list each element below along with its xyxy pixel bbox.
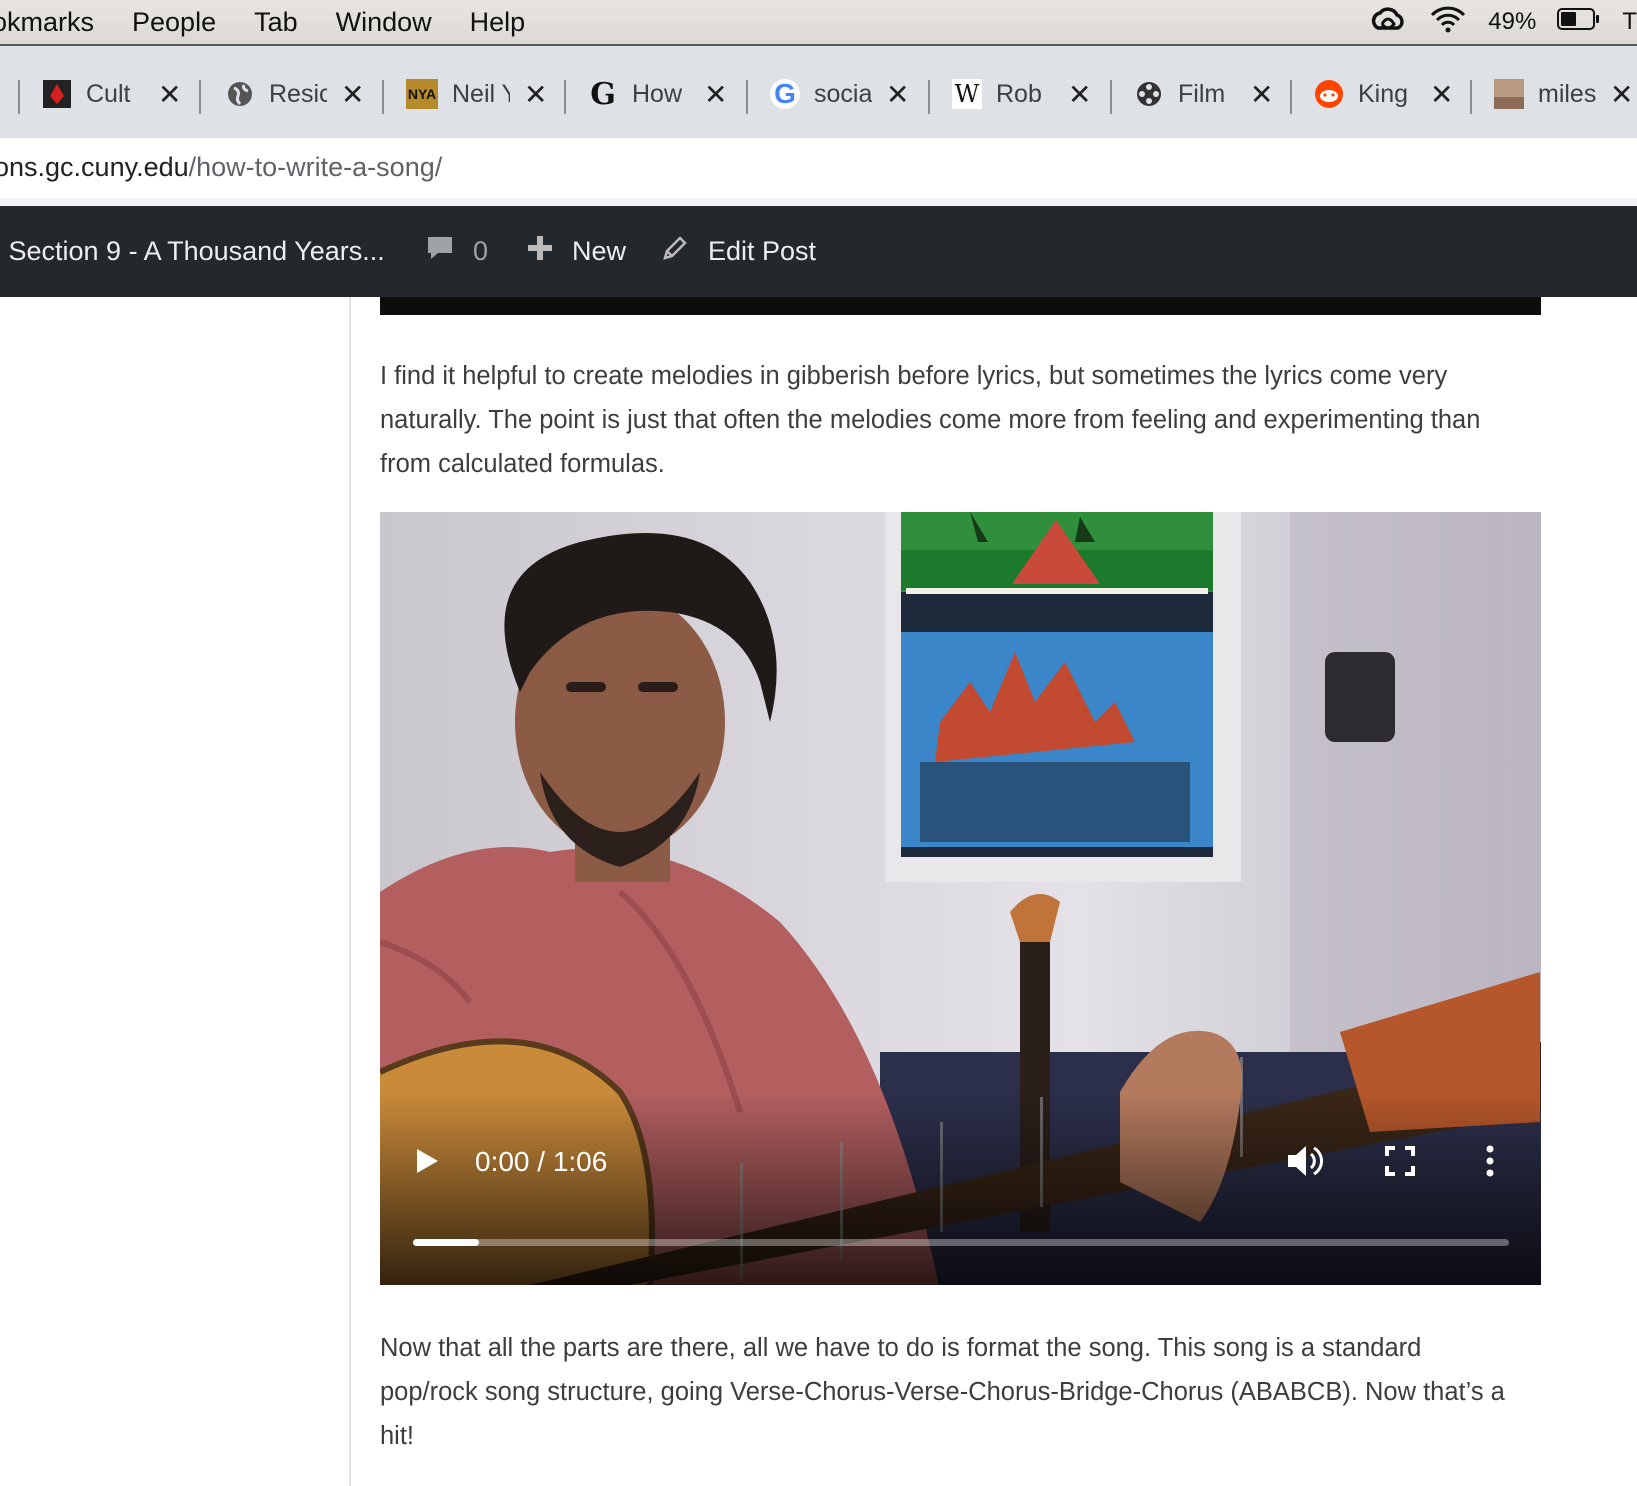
tab-rob[interactable]: W Rob ✕ — [952, 72, 1091, 116]
tab-separator — [382, 80, 384, 114]
close-icon[interactable]: ✕ — [524, 78, 547, 111]
video-progress-fill — [413, 1239, 479, 1246]
url-path: /how-to-write-a-song/ — [188, 152, 443, 182]
menu-tab[interactable]: Tab — [254, 7, 298, 38]
video-time: 0:00 / 1:06 — [475, 1146, 608, 1177]
close-icon[interactable]: ✕ — [158, 78, 181, 111]
menu-help[interactable]: Help — [470, 7, 526, 38]
close-icon[interactable]: ✕ — [1068, 78, 1091, 111]
plus-icon — [526, 234, 554, 269]
tab-label: Rob — [996, 79, 1042, 108]
nya-favicon: NYA — [406, 79, 438, 109]
close-icon[interactable]: ✕ — [1610, 78, 1633, 111]
tab-label: Film — [1178, 79, 1226, 108]
tab-separator — [564, 80, 566, 114]
admin-edit-post-link[interactable]: Edit Post — [660, 206, 816, 297]
creative-cloud-icon[interactable] — [1368, 4, 1408, 41]
tab-label: King — [1358, 79, 1409, 108]
tab-socia[interactable]: G socia ✕ — [770, 72, 909, 116]
close-icon[interactable]: ✕ — [704, 78, 727, 111]
nyt-favicon: G — [590, 76, 616, 112]
menu-window[interactable]: Window — [336, 7, 432, 38]
wifi-icon[interactable] — [1428, 4, 1468, 41]
tab-separator — [928, 80, 930, 114]
tab-neil[interactable]: NYA Neil Y ✕ — [406, 72, 547, 116]
video-player[interactable]: 0:00 / 1:06 — [380, 512, 1541, 1285]
pencil-icon — [660, 233, 690, 270]
toolbar-divider — [0, 198, 1637, 206]
menubar-trailing: T — [1622, 8, 1637, 35]
new-label: New — [572, 236, 627, 266]
film-reel-icon — [1134, 79, 1164, 109]
admin-comments-link[interactable]: 0 — [425, 206, 488, 297]
mac-menu-bar: okmarks People Tab Window Help 49% T — [0, 0, 1637, 46]
close-icon[interactable]: ✕ — [341, 78, 364, 111]
tab-label: Resic — [269, 79, 327, 108]
tab-separator — [1110, 80, 1112, 114]
wikipedia-favicon: W — [952, 79, 982, 109]
tab-separator — [1290, 80, 1292, 114]
edit-post-label: Edit Post — [708, 236, 817, 266]
tab-how[interactable]: G How ✕ — [588, 72, 727, 116]
previous-video-bottom — [380, 297, 1541, 315]
url-host: ons.gc.cuny.edu — [0, 152, 189, 182]
tab-resic[interactable]: Resic ✕ — [225, 72, 364, 116]
paragraph-format: Now that all the parts are there, all we… — [380, 1334, 1505, 1450]
cult-favicon — [42, 79, 72, 109]
play-icon[interactable] — [414, 1146, 440, 1181]
admin-site-link[interactable]: - Section 9 - A Thousand Years... — [0, 206, 385, 297]
tab-label: Cult — [86, 79, 131, 108]
tab-separator — [746, 80, 748, 114]
menu-people[interactable]: People — [132, 7, 216, 38]
paragraph-melodies: I find it helpful to create melodies in … — [380, 362, 1481, 478]
tab-label: Neil Y — [452, 79, 510, 108]
tab-label: miles — [1538, 79, 1596, 108]
wp-admin-bar: - Section 9 - A Thousand Years... 0 New … — [0, 206, 1637, 297]
tab-king[interactable]: King ✕ — [1314, 72, 1453, 116]
comment-count: 0 — [473, 236, 489, 266]
google-favicon: G — [770, 78, 800, 109]
battery-percent: 49% — [1488, 8, 1537, 35]
close-icon[interactable]: ✕ — [1250, 78, 1273, 111]
image-favicon — [1494, 79, 1524, 109]
tab-film[interactable]: Film ✕ — [1134, 72, 1273, 116]
comment-icon — [425, 233, 455, 270]
tab-miles[interactable]: miles ✕ — [1494, 72, 1633, 116]
video-progress-bar[interactable] — [413, 1239, 1509, 1246]
volume-icon[interactable] — [1284, 1142, 1324, 1185]
tab-separator — [18, 80, 20, 114]
tab-strip: Cult ✕ Resic ✕ NYA Neil Y ✕ G How ✕ G so… — [0, 46, 1637, 138]
tab-label: socia — [814, 79, 872, 108]
address-bar[interactable]: ons.gc.cuny.edu/how-to-write-a-song/ — [0, 138, 1637, 198]
more-options-icon[interactable] — [1484, 1144, 1496, 1183]
site-title: - Section 9 - A Thousand Years... — [0, 236, 385, 266]
tab-label: How — [632, 79, 683, 108]
url-text[interactable]: ons.gc.cuny.edu/how-to-write-a-song/ — [0, 152, 442, 183]
tab-separator — [199, 80, 201, 114]
content-divider — [349, 297, 351, 1486]
menu-bookmarks[interactable]: okmarks — [0, 7, 94, 38]
close-icon[interactable]: ✕ — [886, 78, 909, 111]
fullscreen-icon[interactable] — [1384, 1145, 1416, 1182]
admin-new-link[interactable]: New — [526, 206, 626, 297]
reddit-favicon — [1314, 79, 1344, 109]
close-icon[interactable]: ✕ — [1430, 78, 1453, 111]
tab-cult[interactable]: Cult ✕ — [42, 72, 181, 116]
battery-icon[interactable] — [1556, 6, 1602, 39]
tab-separator — [1470, 80, 1472, 114]
globe-icon — [225, 79, 255, 109]
